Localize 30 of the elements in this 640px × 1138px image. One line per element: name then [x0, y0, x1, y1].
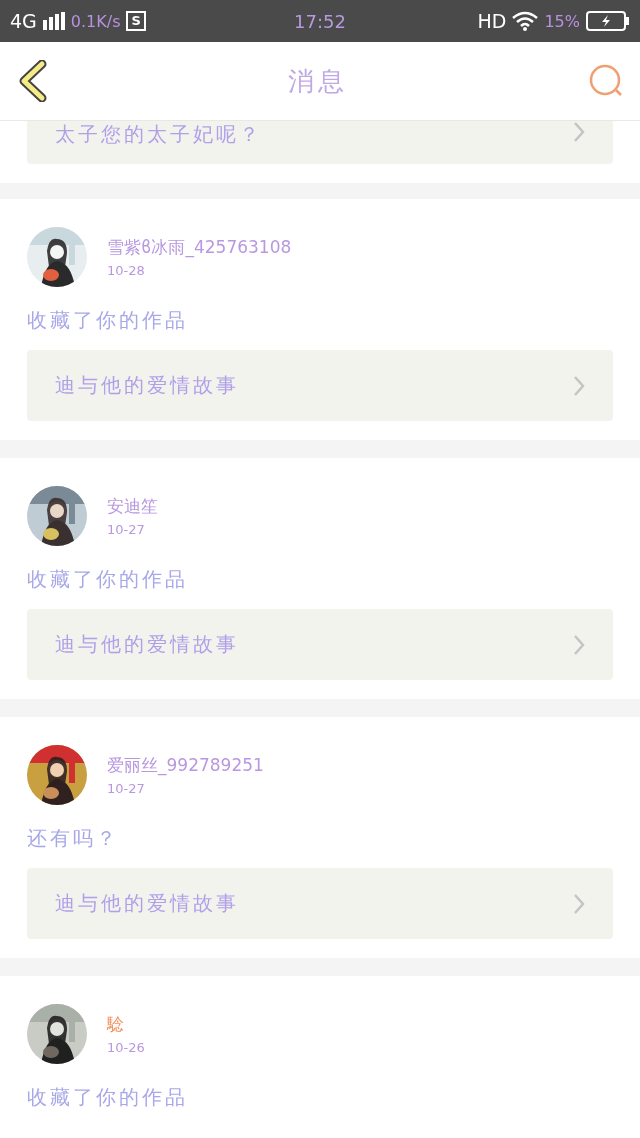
message-text: 还有吗？ — [27, 825, 120, 852]
user-name[interactable]: 騐 — [107, 1013, 145, 1036]
chevron-icon — [573, 892, 585, 915]
message-text: 收藏了你的作品 — [27, 566, 189, 593]
app-notification-icon: S — [126, 11, 146, 31]
chevron-icon — [573, 633, 585, 656]
message-date: 10-27 — [107, 781, 146, 796]
clock: 17:52 — [294, 10, 346, 32]
user-name[interactable]: 安迪笙 — [107, 495, 158, 518]
work-link[interactable]: 太子您的太子妃呢？ — [27, 121, 613, 164]
message-text: 收藏了你的作品 — [27, 307, 189, 334]
chevron-icon — [573, 121, 585, 143]
hd-indicator: HD — [477, 10, 507, 32]
work-link[interactable]: 迪与他的爱情故事 — [27, 868, 613, 939]
battery-icon — [586, 11, 630, 31]
message-date: 10-27 — [107, 522, 146, 537]
battery-percent: 15% — [544, 11, 580, 31]
user-name[interactable]: 爱丽丝_992789251 — [107, 754, 264, 777]
page-title: 消息 — [288, 64, 348, 98]
message-text: 收藏了你的作品 — [27, 1084, 189, 1111]
wifi-icon — [512, 11, 539, 31]
user-name[interactable]: 雪紫ϐ冰雨_425763108 — [107, 236, 292, 259]
work-link[interactable]: 迪与他的爱情故事 — [27, 350, 613, 421]
chevron-icon — [573, 374, 585, 397]
message-date: 10-26 — [107, 1040, 145, 1055]
signal-icon — [42, 12, 65, 30]
message-date: 10-28 — [107, 263, 146, 278]
network-type: 4G — [10, 10, 37, 32]
work-link[interactable]: 迪与他的爱情故事 — [27, 609, 613, 680]
network-speed: 0.1K/s — [70, 11, 121, 31]
